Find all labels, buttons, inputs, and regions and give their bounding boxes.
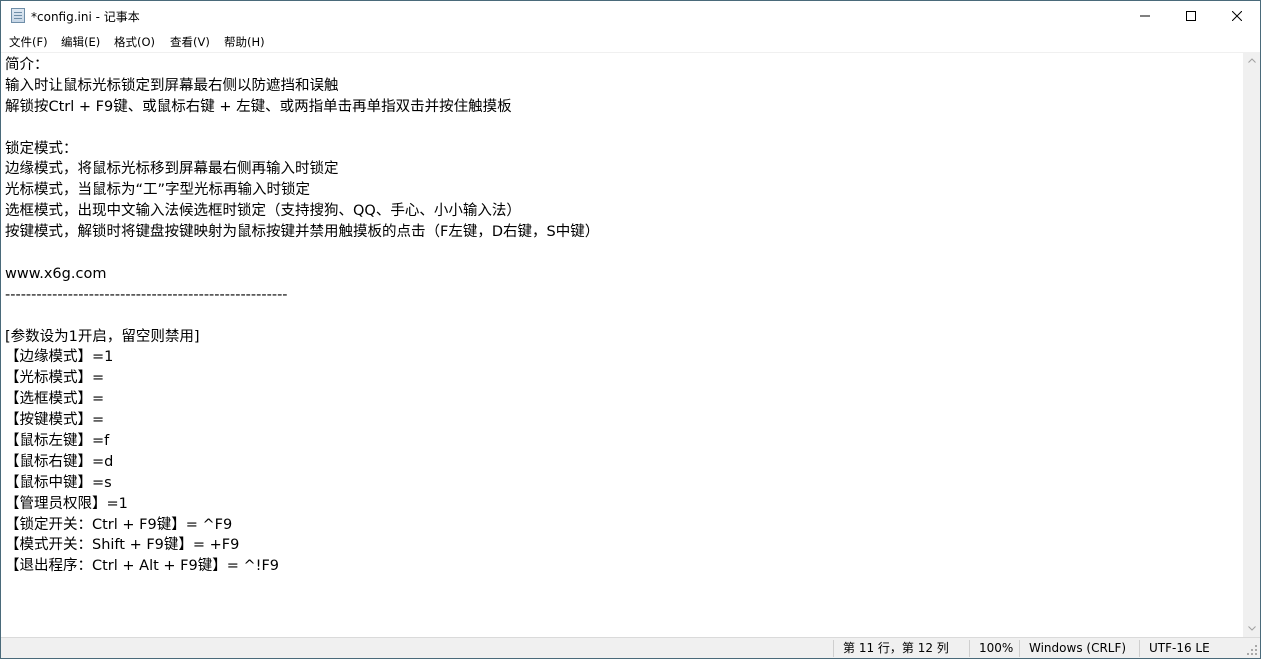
text-line[interactable]: 【管理员权限】=1 — [5, 494, 599, 515]
close-button[interactable] — [1214, 1, 1260, 31]
text-line[interactable]: 【退出程序：Ctrl + Alt + F9键】= ^!F9 — [5, 556, 599, 577]
text-line[interactable]: 【光标模式】= — [5, 368, 599, 389]
chevron-down-icon — [1247, 626, 1256, 631]
text-line[interactable]: 【选框模式】= — [5, 389, 599, 410]
text-line[interactable] — [5, 118, 599, 139]
window-title: *config.ini - 记事本 — [31, 10, 140, 24]
notepad-icon — [11, 8, 25, 23]
text-line[interactable]: 【鼠标左键】=f — [5, 431, 599, 452]
chevron-up-icon — [1247, 58, 1256, 63]
text-line[interactable]: 按键模式，解锁时将键盘按键映射为鼠标按键并禁用触摸板的点击（F左键，D右键，S中… — [5, 222, 599, 243]
status-encoding: UTF-16 LE — [1149, 641, 1210, 655]
status-line-ending: Windows (CRLF) — [1029, 641, 1127, 655]
text-line[interactable] — [5, 243, 599, 264]
menu-bar: 文件(F) 编辑(E) 格式(O) 查看(V) 帮助(H) — [1, 31, 1260, 51]
text-content[interactable]: 简介： 输入时让鼠标光标锁定到屏幕最右侧以防遮挡和误触 解锁按Ctrl + F9键、… — [5, 55, 599, 577]
maximize-icon — [1186, 11, 1196, 21]
text-line[interactable]: 解锁按Ctrl + F9键、或鼠标右键 + 左键、或两指单击再单指双击并按住触摸… — [5, 97, 599, 118]
text-line[interactable]: ----------------------------------------… — [5, 285, 599, 306]
status-zoom: 100% — [979, 641, 1014, 655]
resize-grip-icon[interactable] — [1246, 644, 1258, 656]
minimize-button[interactable] — [1122, 1, 1168, 31]
text-line[interactable]: 【鼠标中键】=s — [5, 473, 599, 494]
text-line[interactable]: 选框模式，出现中文输入法候选框时锁定（支持搜狗、QQ、手心、小小输入法） — [5, 201, 599, 222]
text-line[interactable]: 【锁定开关：Ctrl + F9键】= ^F9 — [5, 515, 599, 536]
menu-help[interactable]: 帮助(H) — [224, 34, 265, 50]
text-line[interactable]: 简介： — [5, 55, 599, 76]
menu-edit[interactable]: 编辑(E) — [61, 34, 100, 50]
text-editor[interactable]: 简介： 输入时让鼠标光标锁定到屏幕最右侧以防遮挡和误触 解锁按Ctrl + F9键、… — [1, 52, 1243, 638]
close-icon — [1232, 11, 1242, 21]
menu-file[interactable]: 文件(F) — [9, 34, 48, 50]
status-bar: 第 11 行，第 12 列 100% Windows (CRLF) UTF-16… — [1, 637, 1260, 658]
status-cursor-position: 第 11 行，第 12 列 — [843, 641, 949, 655]
maximize-button[interactable] — [1168, 1, 1214, 31]
text-line[interactable]: 锁定模式： — [5, 139, 599, 160]
text-line[interactable]: 边缘模式，将鼠标光标移到屏幕最右侧再输入时锁定 — [5, 159, 599, 180]
text-line[interactable]: 【模式开关：Shift + F9键】= +F9 — [5, 535, 599, 556]
scroll-down-button[interactable] — [1243, 620, 1260, 637]
text-line[interactable] — [5, 306, 599, 327]
text-line[interactable]: 输入时让鼠标光标锁定到屏幕最右侧以防遮挡和误触 — [5, 76, 599, 97]
text-line[interactable]: 光标模式，当鼠标为“工”字型光标再输入时锁定 — [5, 180, 599, 201]
text-line[interactable]: 【边缘模式】=1 — [5, 347, 599, 368]
scroll-up-button[interactable] — [1243, 52, 1260, 69]
minimize-icon — [1140, 15, 1150, 17]
menu-view[interactable]: 查看(V) — [170, 34, 210, 50]
menu-format[interactable]: 格式(O) — [114, 34, 155, 50]
text-line[interactable]: 【鼠标右键】=d — [5, 452, 599, 473]
vertical-scrollbar[interactable] — [1243, 52, 1260, 637]
text-line[interactable]: www.x6g.com — [5, 264, 599, 285]
text-line[interactable]: [参数设为1开启，留空则禁用] — [5, 327, 599, 348]
title-bar[interactable]: *config.ini - 记事本 — [1, 1, 1260, 31]
text-line[interactable]: 【按键模式】= — [5, 410, 599, 431]
notepad-window: *config.ini - 记事本 文件(F) 编辑(E) 格式(O) 查看(V… — [0, 0, 1261, 659]
